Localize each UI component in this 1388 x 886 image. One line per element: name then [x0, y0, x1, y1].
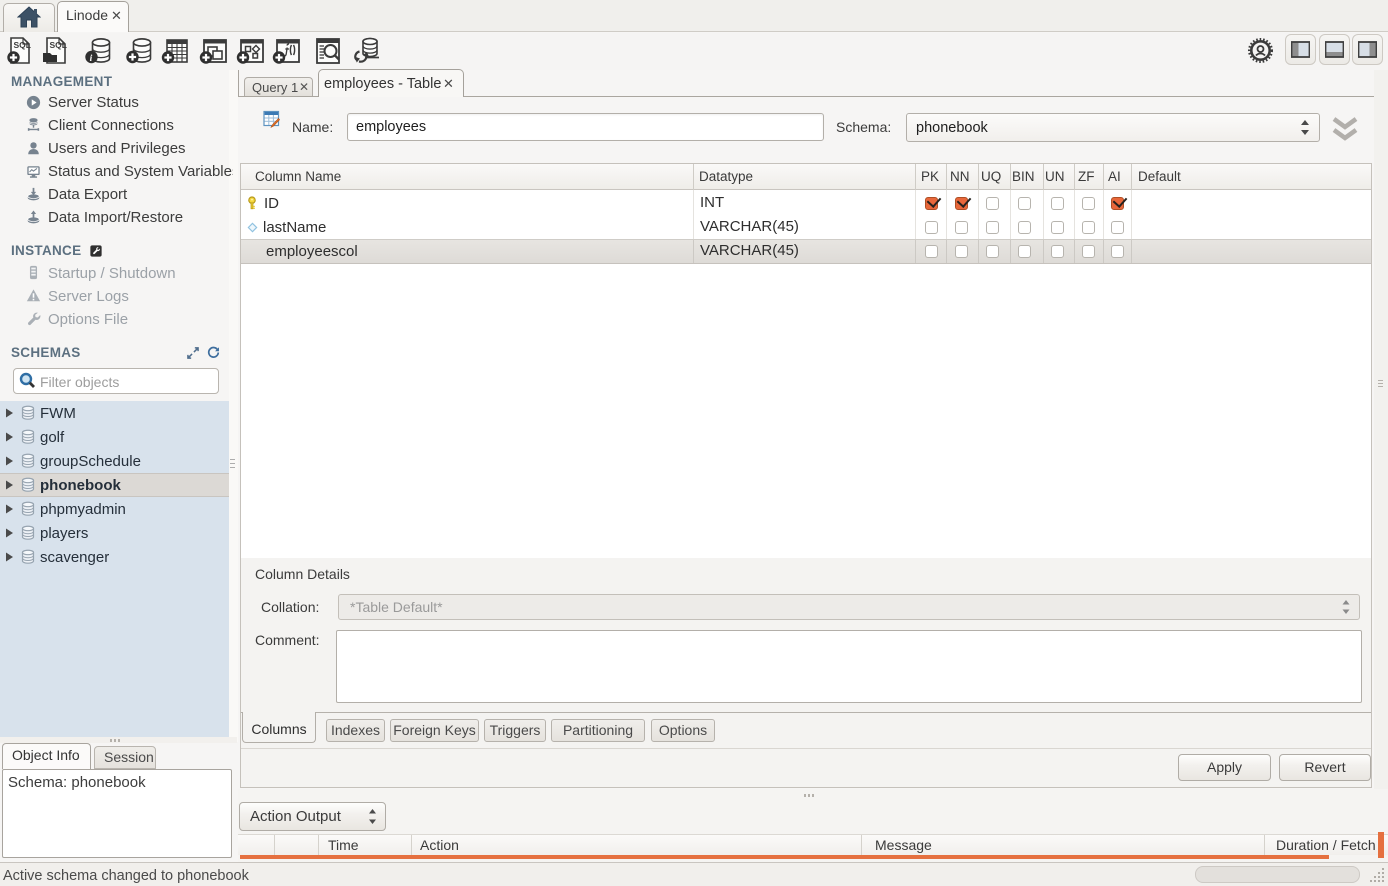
svg-text:SQL: SQL: [14, 40, 31, 50]
svg-text:SQL: SQL: [50, 40, 67, 50]
svg-text:i: i: [90, 54, 93, 64]
